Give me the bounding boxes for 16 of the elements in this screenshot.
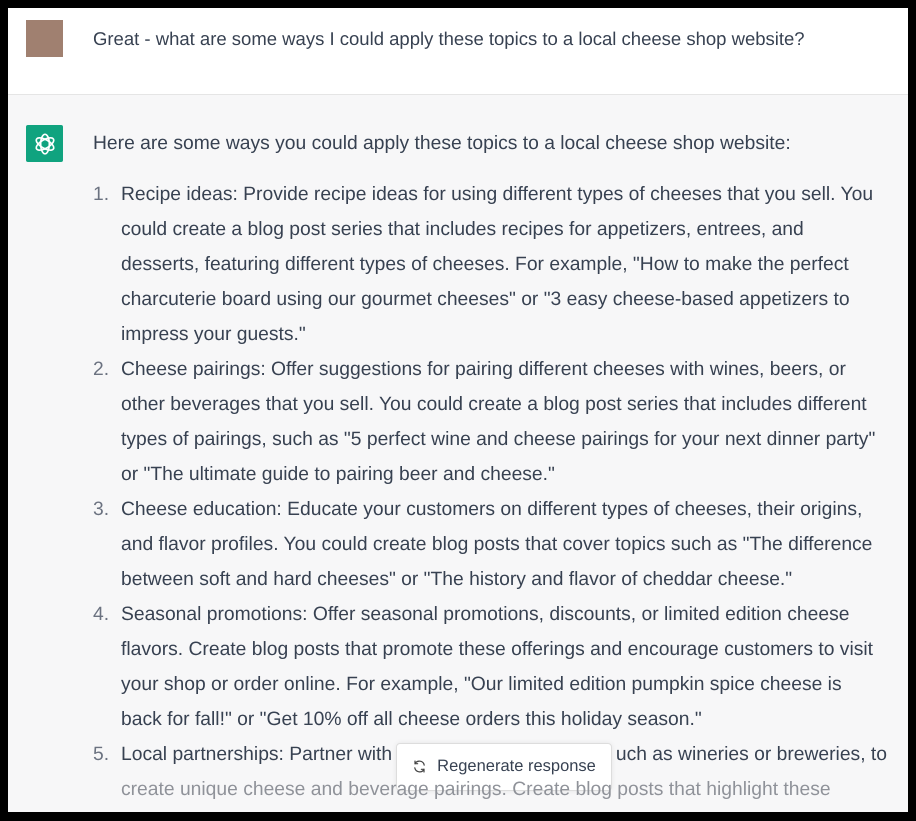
user-message: Great - what are some ways I could apply these topics to a local cheese shop website?	[93, 27, 805, 51]
list-number: 2.	[93, 358, 110, 382]
assistant-intro: Here are some ways you could apply these topics to a local cheese shop website:	[93, 132, 792, 156]
refresh-icon	[412, 759, 428, 774]
list-number: 1.	[93, 183, 110, 207]
list-number: 3.	[93, 498, 110, 522]
list-number: 5.	[93, 743, 110, 767]
user-avatar-placeholder	[26, 20, 63, 57]
list-item-text: Cheese education: Educate your customers on different types of cheeses, their origins, and flavor profiles. You could create blog posts that cover topics such as "The difference between soft and hard cheeses" or "The history and flavor of cheddar cheese."	[121, 499, 872, 590]
list-number: 4.	[93, 603, 110, 627]
list-item-text: Cheese pairings: Offer suggestions for pairing different cheeses with wines, beers, or other beverages that you sell. You could create a blog post series that includes different types of pairings, such as "5 perfect wine and cheese pairings for your next dinner party" or "The ultimate guide to pairing beer and cheese."	[121, 359, 876, 485]
list-item-text: Seasonal promotions: Offer seasonal promotions, discounts, or limited edition cheese flavors. Create blog posts that promote these offerings and encourage customers to visit your shop or order online. For example, "Our limited edition pumpkin spice cheese is back for fall!" or "Get 10% off all cheese orders this holiday season."	[121, 604, 874, 730]
assistant-logo-icon	[26, 125, 63, 162]
list-item-text: Recipe ideas: Provide recipe ideas for using different types of cheeses that you sell. You could create a blog post series that includes recipes for appetizers, entrees, and desserts, featuring different types of cheeses. For example, "How to make the perfect charcuterie board using our gourmet cheeses" or "3 easy cheese-based appetizers to impress your guests."	[121, 184, 874, 345]
list-item-text: uch as wineries or breweries, to	[616, 743, 887, 767]
list-item-text: Local partnerships: Partner with	[121, 743, 392, 767]
